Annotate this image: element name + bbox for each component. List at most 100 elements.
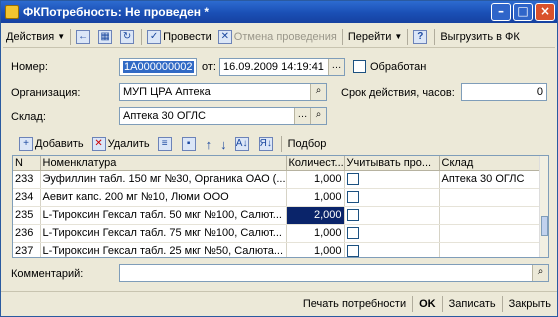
processed-label: Обработан <box>370 61 427 73</box>
unpost-icon: ✕ <box>217 29 232 44</box>
column-header-name[interactable]: Номенклатура <box>40 156 287 171</box>
select-icon[interactable]: … <box>294 108 310 124</box>
row-warehouse[interactable] <box>439 242 542 257</box>
number-label: Номер: <box>11 61 48 73</box>
table-row[interactable]: 236 L-Тироксин Гексал табл. 75 мкг №100,… <box>13 224 542 243</box>
row-warehouse[interactable] <box>439 206 542 225</box>
row-account-checkbox-cell[interactable] <box>344 224 440 243</box>
refresh-icon: ↻ <box>120 29 135 44</box>
warehouse-label: Склад: <box>11 111 46 123</box>
row-warehouse[interactable] <box>439 188 542 207</box>
goto-menu[interactable]: Перейти ▼ <box>345 27 406 47</box>
table-toolbar: + Добавить ✕ Удалить ≡ ▪ ↑ ↓ A↓ Я↓ Подбор <box>15 135 330 153</box>
toolbar-separator <box>341 28 343 45</box>
post-button[interactable]: ✓ Провести <box>144 27 215 47</box>
validity-label: Срок действия, часов: <box>341 87 455 99</box>
validity-field[interactable]: 0 <box>461 83 547 101</box>
row-account-checkbox[interactable] <box>346 209 359 222</box>
delete-row-button[interactable]: ✕ Удалить <box>88 134 154 154</box>
toolbar-separator <box>70 28 72 45</box>
date-label: от: <box>202 61 216 73</box>
table-header: N Номенклатура Количест... Учитывать про… <box>13 156 542 171</box>
end-edit-button[interactable]: ▪ <box>178 134 202 154</box>
end-edit-icon: ▪ <box>181 137 196 151</box>
scrollbar-thumb[interactable] <box>541 216 548 236</box>
help-button[interactable]: ? <box>410 27 432 47</box>
select-items-button[interactable]: Подбор <box>284 134 331 154</box>
chevron-down-icon: ▼ <box>57 32 66 41</box>
row-number: 233 <box>13 170 41 189</box>
close-button[interactable]: Закрыть <box>503 294 557 314</box>
row-quantity[interactable]: 1,000 <box>286 224 345 243</box>
column-header-n[interactable]: N <box>13 156 41 171</box>
row-item-name[interactable]: Аевит капс. 200 мг №10, Люми ООО <box>40 188 287 207</box>
number-value: 1А000000002 <box>123 61 194 73</box>
row-account-checkbox[interactable] <box>346 191 359 204</box>
search-icon[interactable]: ⌕ <box>310 84 326 100</box>
sort-desc-button[interactable]: Я↓ <box>255 134 279 154</box>
structure-icon: ▦ <box>98 29 113 44</box>
close-window-button[interactable]: × <box>535 3 555 21</box>
move-down-button[interactable]: ↓ <box>216 134 231 154</box>
minimize-button[interactable]: – <box>491 3 511 21</box>
print-button[interactable]: Печать потребности <box>297 294 412 314</box>
add-row-button[interactable]: + Добавить <box>15 134 88 154</box>
row-account-checkbox-cell[interactable] <box>344 206 440 225</box>
row-account-checkbox[interactable] <box>346 227 359 240</box>
move-up-button[interactable]: ↑ <box>202 134 217 154</box>
table-row[interactable]: 235 L-Тироксин Гексал табл. 50 мкг №100,… <box>13 206 542 225</box>
number-field[interactable]: 1А000000002 <box>119 58 197 76</box>
column-header-qty[interactable]: Количест... <box>286 156 345 171</box>
toolbar-separator <box>407 28 409 45</box>
table-vertical-scrollbar[interactable] <box>539 156 548 257</box>
column-header-warehouse[interactable]: Склад <box>439 156 542 171</box>
search-icon[interactable]: ⌕ <box>310 108 326 124</box>
column-header-account[interactable]: Учитывать про... <box>344 156 440 171</box>
search-icon[interactable]: ⌕ <box>532 265 548 281</box>
row-number: 234 <box>13 188 41 207</box>
structure-button[interactable]: ▦ <box>95 27 117 47</box>
row-account-checkbox-cell[interactable] <box>344 242 440 257</box>
back-button[interactable]: ← <box>73 27 95 47</box>
unpost-label: Отмена проведения <box>233 30 337 43</box>
unpost-button[interactable]: ✕ Отмена проведения <box>215 27 340 47</box>
row-account-checkbox[interactable] <box>346 245 359 257</box>
row-quantity[interactable]: 1,000 <box>286 242 345 257</box>
processed-checkbox[interactable] <box>353 60 366 73</box>
save-button[interactable]: Записать <box>443 294 502 314</box>
table-row[interactable]: 234 Аевит капс. 200 мг №10, Люми ООО 1,0… <box>13 188 542 207</box>
org-field[interactable]: МУП ЦРА Аптека ⌕ <box>119 83 327 101</box>
calendar-icon[interactable]: … <box>328 59 344 75</box>
table-row[interactable]: 233 Эуфиллин табл. 150 мг №30, Органика … <box>13 170 542 189</box>
row-account-checkbox-cell[interactable] <box>344 170 440 189</box>
row-warehouse[interactable] <box>439 224 542 243</box>
row-quantity[interactable]: 1,000 <box>286 170 345 189</box>
export-label: Выгрузить в ФК <box>440 30 520 43</box>
form-toolbar: Действия ▼ ← ▦ ↻ ✓ Провести ✕ Отмена провед… <box>3 26 555 48</box>
refresh-button[interactable]: ↻ <box>117 27 139 47</box>
ok-button[interactable]: OK <box>413 294 442 314</box>
delete-label: Удалить <box>107 138 150 150</box>
table-row[interactable]: 237 L-Тироксин Гексал табл. 25 мкг №50, … <box>13 242 542 257</box>
row-quantity[interactable]: 1,000 <box>286 188 345 207</box>
actions-menu[interactable]: Действия ▼ <box>3 27 68 47</box>
export-button[interactable]: Выгрузить в ФК <box>437 27 522 47</box>
sort-ascending-icon: A↓ <box>234 137 249 151</box>
row-item-name[interactable]: L-Тироксин Гексал табл. 25 мкг №50, Салю… <box>40 242 287 257</box>
warehouse-field[interactable]: Аптека 30 ОГЛС … ⌕ <box>119 107 327 125</box>
maximize-button[interactable]: □ <box>513 3 533 21</box>
row-account-checkbox-cell[interactable] <box>344 188 440 207</box>
edit-row-button[interactable]: ≡ <box>154 134 178 154</box>
org-label: Организация: <box>11 87 81 99</box>
arrow-up-icon: ↑ <box>205 136 213 152</box>
row-account-checkbox[interactable] <box>346 173 359 186</box>
row-item-name[interactable]: Эуфиллин табл. 150 мг №30, Органика ОАО … <box>40 170 287 189</box>
row-warehouse[interactable]: Аптека 30 ОГЛС <box>439 170 542 189</box>
row-item-name[interactable]: L-Тироксин Гексал табл. 75 мкг №100, Сал… <box>40 224 287 243</box>
row-quantity[interactable]: 2,000 <box>286 206 345 225</box>
comment-label: Комментарий: <box>11 268 84 280</box>
date-field[interactable]: 16.09.2009 14:19:41… <box>219 58 345 76</box>
row-item-name[interactable]: L-Тироксин Гексал табл. 50 мкг №100, Сал… <box>40 206 287 225</box>
sort-asc-button[interactable]: A↓ <box>231 134 255 154</box>
comment-field[interactable]: ⌕ <box>119 264 549 282</box>
